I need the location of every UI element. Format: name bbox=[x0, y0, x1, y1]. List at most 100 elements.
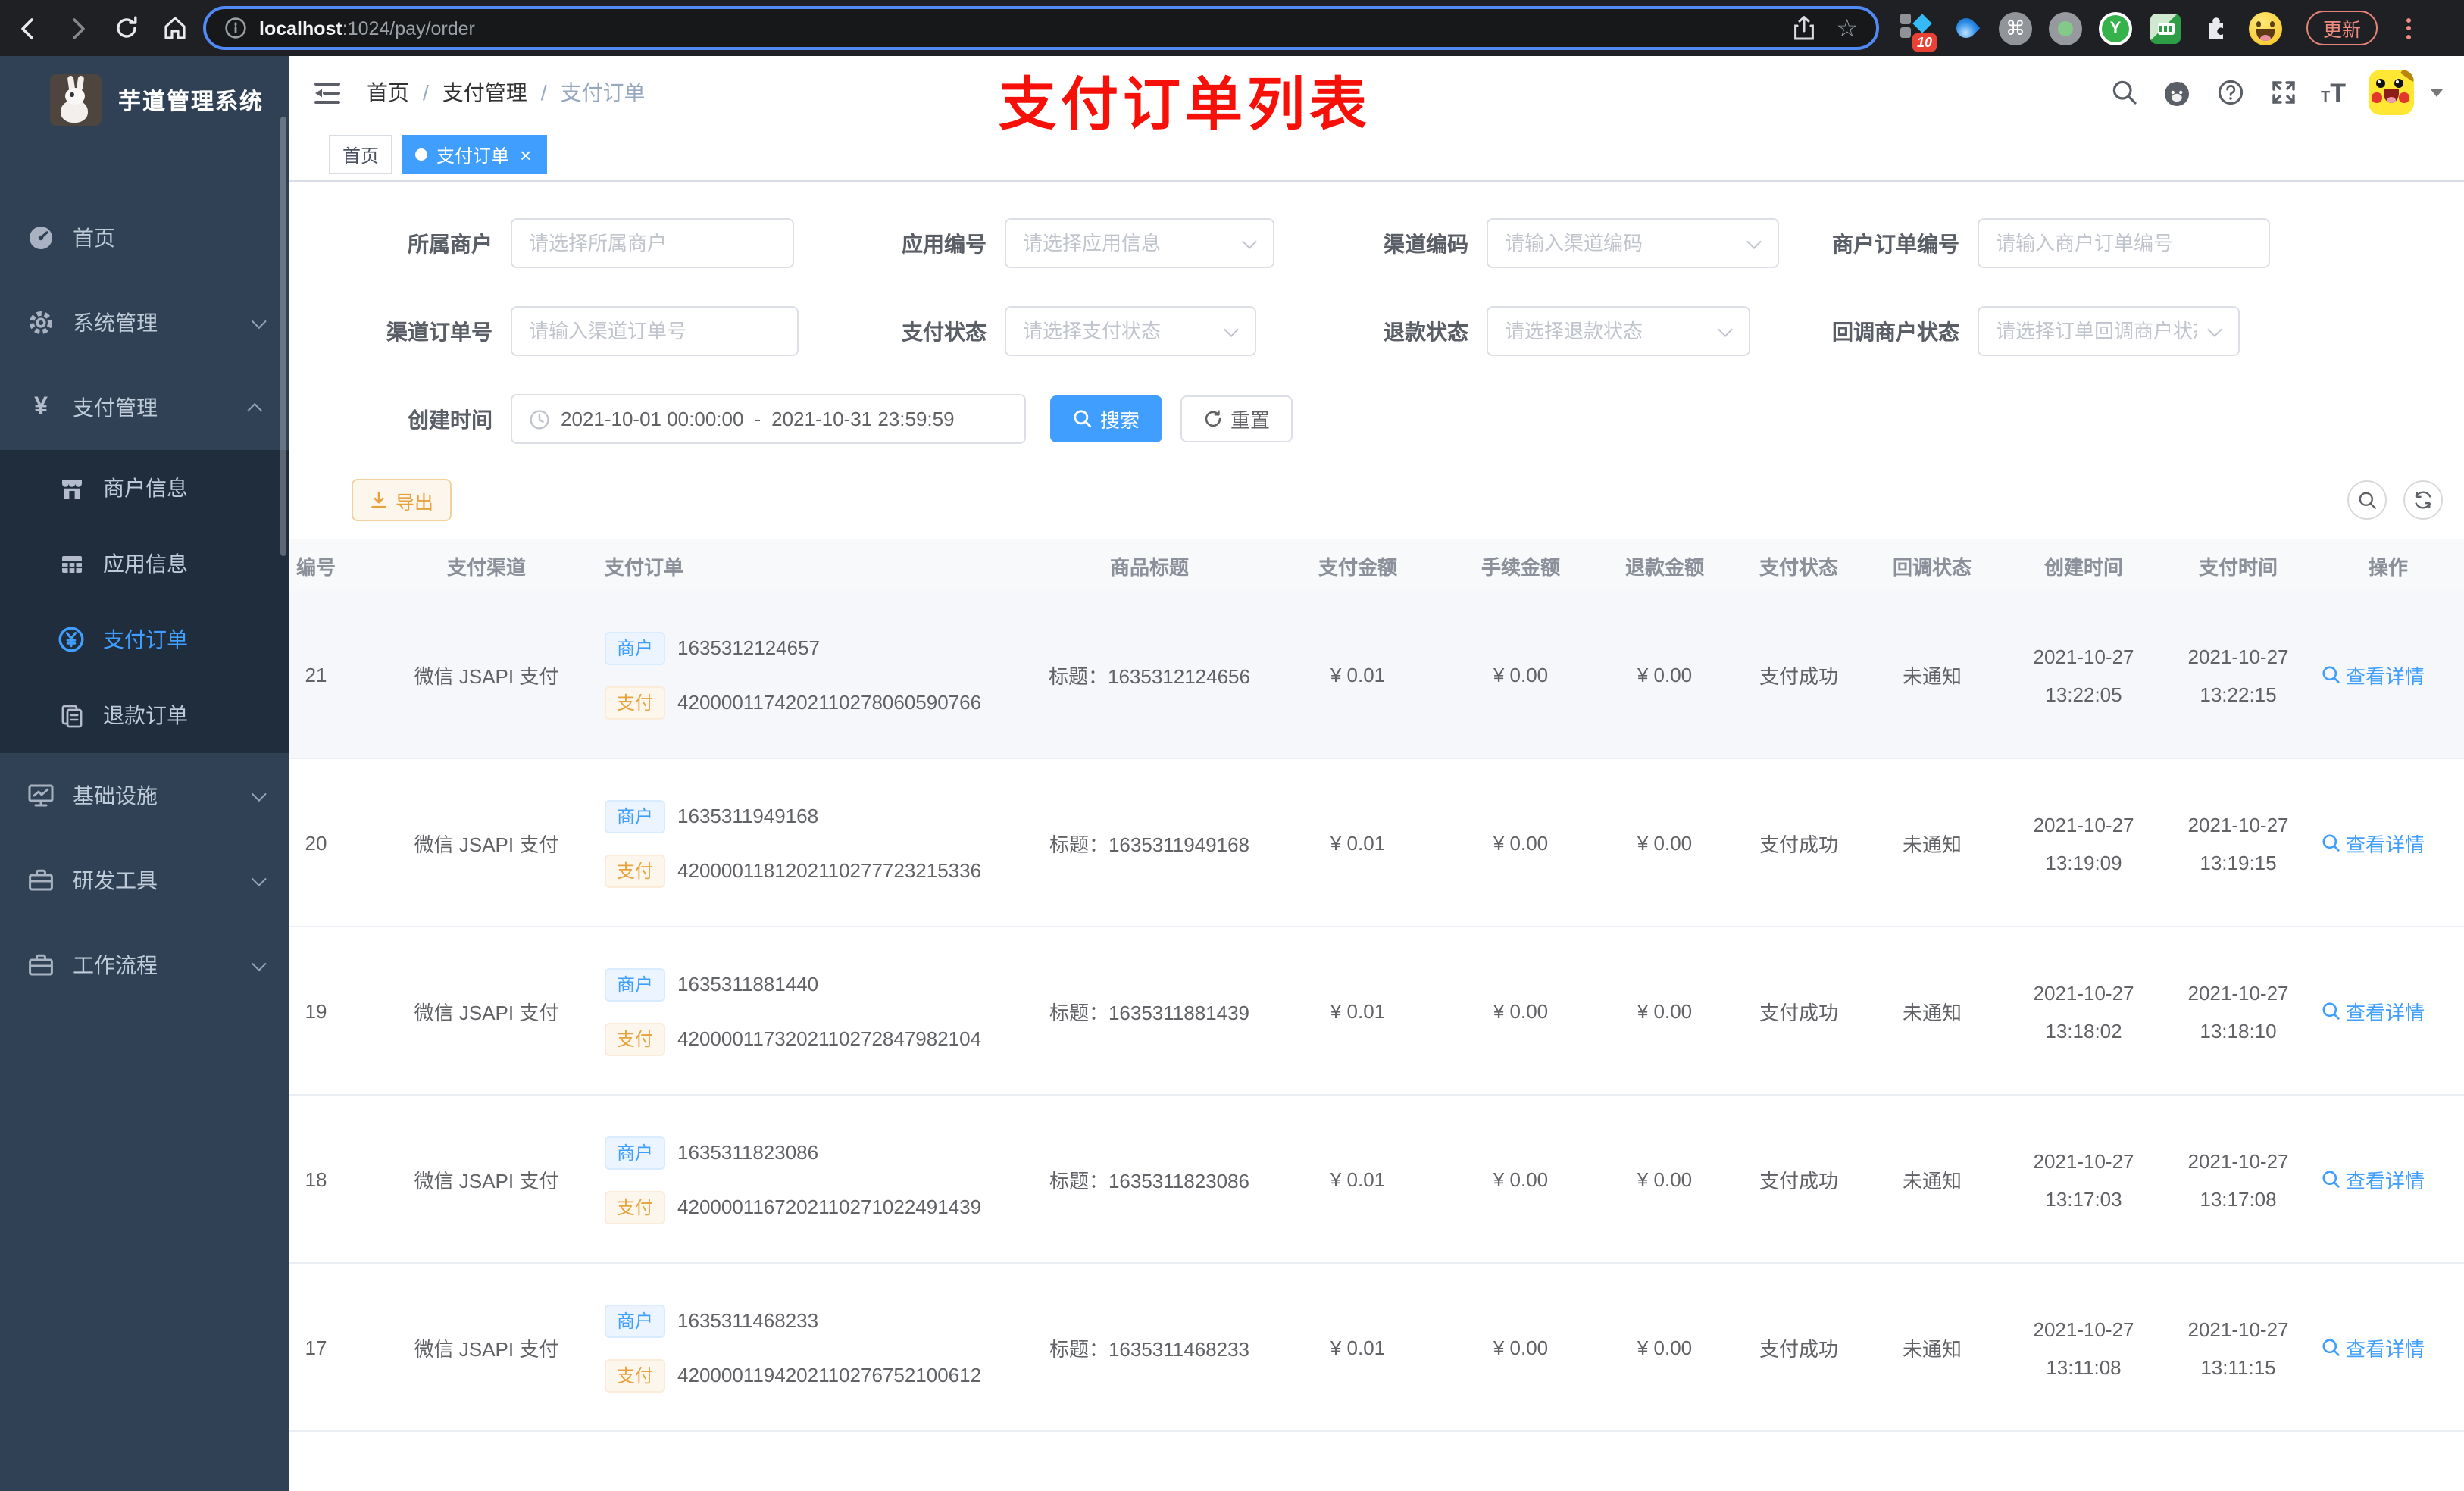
breadcrumb-pay-management[interactable]: 支付管理 bbox=[442, 77, 527, 108]
view-detail-link[interactable]: 查看详情 bbox=[2312, 829, 2464, 858]
app-select-input[interactable] bbox=[1023, 232, 1256, 255]
extension-recorder-icon[interactable] bbox=[2047, 8, 2084, 48]
browser-back-icon[interactable] bbox=[15, 14, 42, 42]
view-detail-link[interactable]: 查看详情 bbox=[2312, 1333, 2464, 1362]
browser-forward-icon[interactable] bbox=[64, 14, 91, 42]
merchant-order-no-input[interactable] bbox=[1996, 232, 2252, 255]
sidebar-item-pay-order[interactable]: 支付订单 bbox=[0, 602, 289, 677]
filter-channel-order-no: 渠道订单号 bbox=[320, 306, 799, 356]
extension-yapi-icon[interactable]: Y bbox=[2097, 8, 2134, 48]
filter-app-id: 应用编号 bbox=[823, 218, 1274, 268]
sidebar-item-system[interactable]: 系统管理 bbox=[0, 280, 289, 365]
sidebar-item-refund-order[interactable]: 退款订单 bbox=[0, 677, 289, 753]
search-icon bbox=[2322, 1002, 2340, 1020]
breadcrumb-home[interactable]: 首页 bbox=[367, 77, 409, 108]
merchant-order-number: 1635311823086 bbox=[677, 1141, 819, 1164]
extension-workspace-icon[interactable]: 10 bbox=[1897, 8, 1937, 51]
search-icon[interactable] bbox=[2109, 77, 2139, 108]
view-detail-link[interactable]: 查看详情 bbox=[2312, 661, 2464, 689]
search-icon bbox=[2322, 834, 2340, 852]
address-bar[interactable]: localhost:1024/pay/order ☆ bbox=[203, 6, 1879, 50]
goods-title: 标题：1635311881439 bbox=[1049, 1002, 1250, 1024]
merchant-order-number: 1635312124657 bbox=[677, 636, 821, 659]
sidebar: 芋道管理系统 首页 系统管理 ¥ 支付管理 商户信息 应用信息 支付订单 退款订… bbox=[0, 56, 289, 1491]
order-id: 17 bbox=[305, 1336, 327, 1359]
date-end: 2021-10-31 23:59:59 bbox=[771, 408, 955, 430]
merchant-select-input[interactable] bbox=[529, 232, 776, 255]
text-size-icon[interactable]: TT bbox=[2321, 80, 2346, 105]
paid-time: 2021-10-27 13:11:15 bbox=[2187, 1318, 2289, 1378]
channel-transaction-number: 4200001174202110278060590766 bbox=[677, 691, 982, 714]
github-icon[interactable] bbox=[2162, 77, 2192, 108]
browser-home-icon[interactable] bbox=[161, 14, 188, 42]
table-refresh-button[interactable] bbox=[2403, 480, 2443, 520]
pay-tag: 支付 bbox=[605, 1022, 666, 1055]
browser-profile-avatar[interactable] bbox=[2247, 8, 2284, 48]
date-range-input[interactable]: 2021-10-01 00:00:00 - 2021-10-31 23:59:5… bbox=[511, 394, 1026, 444]
filter-refund-status: 退款状态 bbox=[1308, 306, 1750, 356]
sidebar-item-home[interactable]: 首页 bbox=[0, 195, 289, 280]
sidebar-item-dev-tools[interactable]: 研发工具 bbox=[0, 838, 289, 923]
channel-transaction-number: 4200001173202110272847982104 bbox=[677, 1027, 982, 1050]
extension-chat-icon[interactable] bbox=[2147, 8, 2184, 48]
tag-pay-order[interactable]: 支付订单 × bbox=[402, 135, 547, 174]
browser-update-button[interactable]: 更新 bbox=[2306, 11, 2378, 45]
briefcase-icon bbox=[26, 867, 56, 894]
channel-order-no-input[interactable] bbox=[529, 320, 780, 342]
pay-amount: ¥ 0.01 bbox=[1330, 1336, 1386, 1359]
sidebar-scrollbar[interactable] bbox=[280, 117, 286, 556]
site-info-icon[interactable] bbox=[224, 17, 247, 39]
extension-pin-icon[interactable] bbox=[1947, 8, 1984, 48]
store-icon bbox=[56, 475, 86, 501]
pay-order-cell: 商户 1635311949168 支付 42000011812021102777… bbox=[593, 759, 1032, 927]
pay-status: 支付成功 bbox=[1759, 1002, 1838, 1024]
export-button[interactable]: 导出 bbox=[352, 479, 452, 521]
close-icon[interactable]: × bbox=[518, 145, 533, 164]
col-refund: 退款金额 bbox=[1624, 555, 1704, 578]
refund-status-select[interactable] bbox=[1505, 320, 1732, 342]
help-icon[interactable] bbox=[2215, 77, 2245, 108]
table-search-toggle-button[interactable] bbox=[2347, 480, 2387, 520]
search-button[interactable]: 搜索 bbox=[1050, 395, 1163, 442]
fee-amount: ¥ 0.00 bbox=[1493, 1168, 1549, 1191]
tag-home[interactable]: 首页 bbox=[329, 135, 393, 174]
user-avatar[interactable] bbox=[2369, 70, 2414, 115]
browser-menu-icon[interactable] bbox=[2406, 17, 2412, 39]
app-logo-row[interactable]: 芋道管理系统 bbox=[0, 56, 289, 144]
sidebar-item-label: 基础设施 bbox=[73, 783, 158, 808]
goods-title: 标题：1635311823086 bbox=[1049, 1170, 1250, 1192]
fullscreen-icon[interactable] bbox=[2268, 77, 2298, 108]
bookmark-star-icon[interactable]: ☆ bbox=[1836, 13, 1858, 43]
sidebar-item-payment[interactable]: ¥ 支付管理 bbox=[0, 365, 289, 450]
view-detail-link[interactable]: 查看详情 bbox=[2312, 997, 2464, 1026]
sidebar-item-infrastructure[interactable]: 基础设施 bbox=[0, 753, 289, 838]
fee-amount: ¥ 0.00 bbox=[1493, 1000, 1549, 1023]
page-content: 所属商户 应用编号 渠道编码 bbox=[289, 182, 2464, 1491]
sidebar-item-merchant-info[interactable]: 商户信息 bbox=[0, 450, 289, 526]
sidebar-item-app-info[interactable]: 应用信息 bbox=[0, 526, 289, 602]
reset-button[interactable]: 重置 bbox=[1180, 395, 1293, 442]
extension-command-icon[interactable]: ⌘ bbox=[1997, 8, 2034, 48]
sidebar-fold-icon[interactable] bbox=[312, 78, 342, 107]
table-row: 21 微信 JSAPI 支付 商户 1635312124657 支付 42000… bbox=[289, 591, 2464, 759]
navbar: 首页 / 支付管理 / 支付订单 支付订单列表 T T bbox=[289, 56, 2464, 138]
view-detail-link[interactable]: 查看详情 bbox=[2312, 1165, 2464, 1194]
created-time: 2021-10-27 13:17:03 bbox=[2033, 1149, 2134, 1210]
notify-status-select[interactable] bbox=[1996, 320, 2222, 342]
sidebar-item-workflow[interactable]: 工作流程 bbox=[0, 923, 289, 1008]
date-start: 2021-10-01 00:00:00 bbox=[561, 408, 744, 430]
avatar-dropdown-caret[interactable] bbox=[2431, 89, 2443, 96]
pay-status-select[interactable] bbox=[1023, 320, 1238, 342]
notify-status: 未通知 bbox=[1902, 833, 1962, 856]
notify-status: 未通知 bbox=[1902, 665, 1962, 688]
share-icon[interactable] bbox=[1792, 15, 1815, 41]
pay-order-cell: 商户 1635311468233 支付 42000011942021102767… bbox=[593, 1264, 1032, 1432]
channel-code-input[interactable] bbox=[1505, 232, 1761, 255]
channel-transaction-number: 4200001181202110277723215336 bbox=[677, 859, 982, 882]
pay-channel: 微信 JSAPI 支付 bbox=[414, 1170, 559, 1192]
browser-reload-icon[interactable] bbox=[112, 14, 139, 42]
extensions-puzzle-icon[interactable] bbox=[2197, 8, 2234, 48]
pay-amount: ¥ 0.01 bbox=[1330, 1168, 1386, 1191]
url-path: :1024/pay/order bbox=[342, 17, 475, 39]
col-notify: 回调状态 bbox=[1892, 555, 1972, 578]
